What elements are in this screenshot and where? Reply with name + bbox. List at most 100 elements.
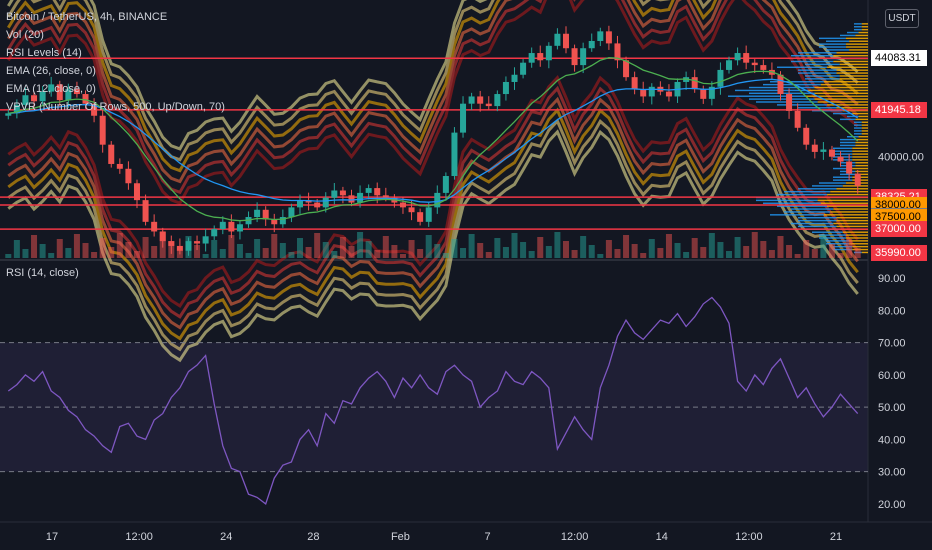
- volume-bar: [760, 241, 767, 258]
- vpvr-down-bar: [845, 46, 868, 48]
- currency-button[interactable]: USDT: [885, 9, 919, 28]
- volume-bar: [434, 244, 441, 258]
- ema12-indicator-label[interactable]: EMA (12, close, 0): [6, 80, 225, 98]
- candle-body: [228, 221, 235, 232]
- vpvr-down-bar: [855, 162, 868, 164]
- candle-body: [554, 33, 561, 46]
- volume-bar: [451, 239, 458, 258]
- candle-body: [125, 168, 132, 184]
- candle-body: [133, 183, 140, 201]
- vpvr-up-bar: [854, 127, 862, 129]
- volume-bar: [511, 233, 518, 258]
- vpvr-down-bar: [830, 211, 868, 213]
- volume-bar: [271, 234, 278, 258]
- ema26-indicator-label[interactable]: EMA (26, close, 0): [6, 62, 225, 80]
- candle-body: [468, 96, 475, 104]
- symbol-label[interactable]: Bitcoin / TetherUS, 4h, BINANCE: [6, 8, 225, 26]
- candle-body: [837, 156, 844, 162]
- vpvr-down-bar: [820, 83, 868, 86]
- vpvr-down-bar: [858, 115, 868, 118]
- candle-body: [502, 81, 509, 95]
- vpvr-down-bar: [852, 150, 868, 152]
- vpvr-down-bar: [861, 23, 868, 25]
- vol-indicator-label[interactable]: Vol (20): [6, 26, 225, 44]
- volume-bar: [442, 253, 449, 258]
- candle-body: [425, 207, 432, 222]
- time-axis-tick: 12:00: [735, 531, 763, 543]
- volume-bar: [236, 244, 243, 258]
- vpvr-up-bar: [777, 193, 828, 196]
- volume-bar: [108, 247, 115, 258]
- candle-body: [485, 103, 492, 107]
- volume-bar: [494, 238, 501, 258]
- candle-body: [631, 77, 638, 90]
- volume-bar: [854, 248, 861, 258]
- volume-bar: [339, 237, 346, 258]
- vpvr-down-bar: [861, 130, 868, 132]
- volume-bar: [683, 252, 690, 258]
- candle-body: [623, 60, 630, 78]
- vpvr-down-bar: [861, 251, 868, 254]
- vpvr-down-bar: [861, 26, 868, 28]
- volume-bar: [279, 243, 286, 258]
- candle-body: [399, 202, 406, 208]
- candle-body: [597, 31, 604, 41]
- candle-body: [820, 149, 827, 152]
- time-axis-tick: 7: [484, 531, 490, 543]
- volume-bar: [365, 241, 372, 258]
- candle-body: [176, 245, 183, 251]
- candle-body: [854, 173, 861, 186]
- vpvr-down-bar: [833, 222, 868, 225]
- vpvr-down-bar: [808, 89, 868, 92]
- chart-legend: Bitcoin / TetherUS, 4h, BINANCE Vol (20)…: [6, 8, 225, 116]
- vpvr-indicator-label[interactable]: VPVR (Number Of Rows, 500, Up/Down, 70): [6, 98, 225, 116]
- candle-body: [777, 74, 784, 95]
- vpvr-down-bar: [858, 31, 868, 34]
- vpvr-up-bar: [812, 185, 843, 187]
- volume-bar: [537, 237, 544, 258]
- candle-body: [588, 40, 595, 49]
- vpvr-down-bar: [823, 81, 868, 83]
- vpvr-up-bar: [784, 211, 831, 213]
- candle-body: [434, 192, 441, 208]
- vpvr-down-bar: [836, 72, 868, 74]
- vpvr-down-bar: [833, 54, 868, 57]
- volume-bar: [116, 233, 123, 258]
- vpvr-up-bar: [812, 231, 843, 233]
- candle-body: [382, 195, 389, 198]
- vpvr-down-bar: [836, 219, 868, 222]
- candle-body: [297, 200, 304, 208]
- volume-bar: [605, 240, 612, 258]
- rsi-levels-indicator-label[interactable]: RSI Levels (14): [6, 44, 225, 62]
- price-tag: 37000.00: [871, 221, 927, 238]
- volume-bar: [48, 253, 55, 258]
- volume-bar: [5, 254, 12, 258]
- volume-bar: [391, 245, 398, 258]
- candle-body: [537, 53, 544, 61]
- candle-body: [562, 33, 569, 49]
- candle-body: [348, 195, 355, 203]
- candle-body: [665, 91, 672, 97]
- candle-body: [442, 176, 449, 193]
- candle-body: [511, 74, 518, 82]
- price-tag: 44083.31: [871, 50, 927, 67]
- vpvr-down-bar: [836, 52, 868, 54]
- vpvr-up-bar: [798, 69, 837, 71]
- vpvr-down-bar: [839, 75, 868, 77]
- rsi-pane-title[interactable]: RSI (14, close): [6, 267, 79, 279]
- volume-bar: [331, 251, 338, 258]
- volume-bar: [382, 236, 389, 258]
- vpvr-down-bar: [852, 156, 868, 158]
- vpvr-down-bar: [836, 188, 868, 190]
- volume-bar: [56, 239, 63, 258]
- volume-bar: [91, 252, 98, 258]
- volume-bar: [399, 254, 406, 258]
- rsi-axis-tick: 50.00: [878, 402, 906, 414]
- vpvr-down-bar: [805, 95, 868, 97]
- candle-body: [794, 110, 801, 128]
- vpvr-up-bar: [735, 89, 809, 92]
- volume-bar: [614, 249, 621, 258]
- candle-body: [811, 144, 818, 152]
- volume-bar: [743, 246, 750, 258]
- volume-bar: [803, 240, 810, 258]
